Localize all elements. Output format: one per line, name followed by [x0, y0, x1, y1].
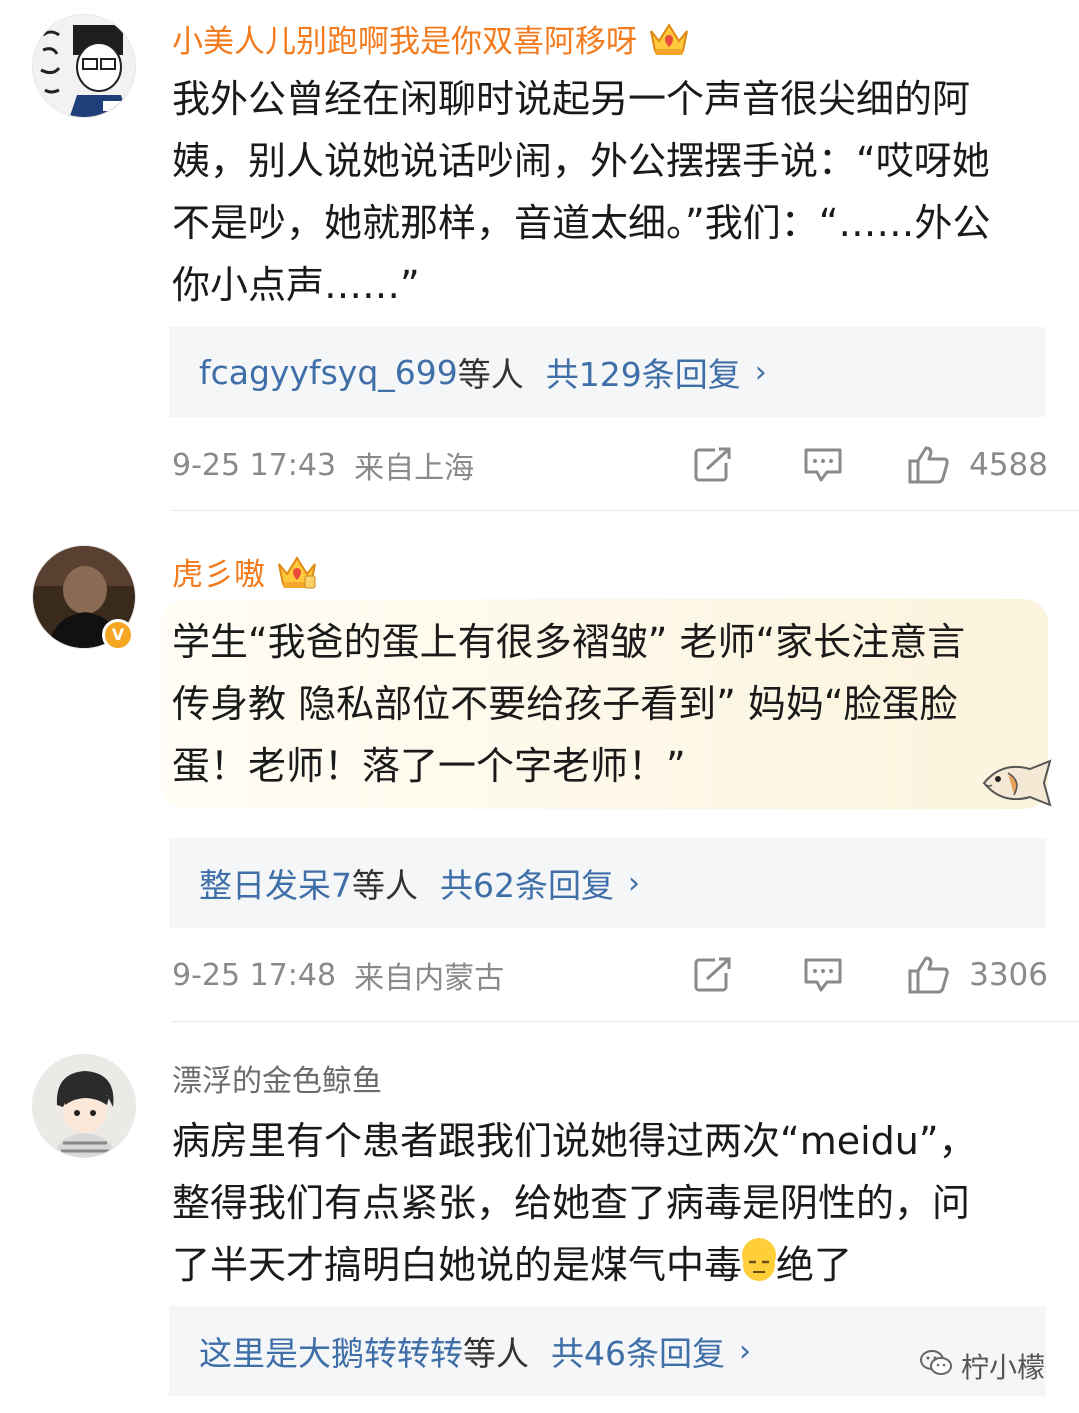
- timestamp: 9-25 17:43: [172, 447, 337, 483]
- comment-line: 整得我们有点紧张，给她查了病毒是阴性的，问: [172, 1181, 971, 1225]
- comment-line: 传身教 隐私部位不要给孩子看到” 妈妈“脸蛋脸: [172, 682, 958, 726]
- watermark-text: 柠小檬: [960, 1351, 1045, 1384]
- comment-item: 漂浮的金色鲸鱼 病房里有个患者跟我们说她得过两次“meidu”， 整得我们有点紧…: [0, 1022, 1079, 1413]
- timestamp: 9-25 17:48: [172, 957, 337, 993]
- username-text: 漂浮的金色鲸鱼: [172, 1064, 382, 1099]
- reply-count[interactable]: 共129条回复: [546, 348, 741, 396]
- like-count: 4588: [969, 447, 1048, 483]
- comment-actions: 3306: [653, 955, 1048, 995]
- reply-count[interactable]: 共46条回复: [551, 1327, 725, 1375]
- reply-names[interactable]: fcagyyfsyq_699: [199, 353, 458, 392]
- thumbs-up-icon: [908, 446, 949, 484]
- comment-line: 学生“我爸的蛋上有很多褶皱” 老师“家长注意言: [172, 620, 966, 664]
- username[interactable]: 小美人儿别跑啊我是你双喜阿移呀: [172, 16, 691, 61]
- share-icon: [694, 447, 731, 482]
- comment-icon: [804, 448, 842, 482]
- reply-names[interactable]: 整日发呆7: [199, 859, 352, 907]
- location: 来自内蒙古: [354, 961, 505, 996]
- comment-line: 了半天才搞明白她说的是煤气中毒: [172, 1243, 743, 1287]
- replies-summary[interactable]: fcagyyfsyq_699 等人 共129条回复 ›: [169, 327, 1046, 417]
- chevron-right-icon: ›: [739, 1333, 751, 1369]
- like-count: 3306: [969, 957, 1048, 993]
- username-text: 小美人儿别跑啊我是你双喜阿移呀: [172, 24, 637, 60]
- vip-crown-icon: [647, 19, 691, 59]
- comment-line: 我外公曾经在闲聊时说起另一个声音很尖细的阿: [172, 77, 971, 121]
- reply-count[interactable]: 共62条回复: [440, 859, 614, 907]
- speechless-emoji-icon: [742, 1238, 777, 1281]
- username[interactable]: 虎彡嗷: [172, 549, 319, 594]
- chevron-right-icon: ›: [754, 354, 767, 390]
- reply-names[interactable]: 这里是大鹅转转转: [199, 1327, 463, 1375]
- comment-icon: [804, 958, 842, 992]
- share-button[interactable]: [693, 957, 733, 993]
- comment-item: V 虎彡嗷 学生“我爸的蛋上有很多褶皱” 老师“家长注意言 传身教 隐私部位不要…: [0, 511, 1079, 1021]
- chevron-right-icon: ›: [628, 865, 640, 901]
- comment-line: 蛋！老师！落了一个字老师！”: [172, 744, 686, 788]
- share-icon: [694, 957, 731, 992]
- reply-suffix: 等人: [352, 866, 418, 905]
- comment-text: 病房里有个患者跟我们说她得过两次“meidu”， 整得我们有点紧张，给她查了病毒…: [172, 1110, 1042, 1296]
- comment-line: 你小点声……”: [172, 263, 420, 307]
- comment-line: 绝了: [776, 1243, 853, 1287]
- replies-summary[interactable]: 整日发呆7 等人 共62条回复 ›: [169, 838, 1046, 928]
- user-avatar[interactable]: [32, 14, 136, 118]
- comment-line: 姨，别人说她说话吵闹，外公摆摆手说：“哎呀她: [172, 139, 990, 183]
- comment-meta: 9-25 17:48 来自内蒙古 3306: [172, 950, 1048, 1000]
- avatar-anime-icon: [33, 1055, 135, 1157]
- comment-meta: 9-25 17:43 来自上海 4588: [172, 440, 1048, 490]
- verified-badge: V: [102, 619, 134, 651]
- location: 来自上海: [354, 451, 475, 486]
- username[interactable]: 漂浮的金色鲸鱼: [172, 1056, 382, 1100]
- like-button[interactable]: 4588: [907, 445, 1048, 485]
- watermark: 柠小檬: [919, 1346, 1045, 1386]
- user-avatar[interactable]: [32, 1054, 136, 1158]
- comment-button[interactable]: [803, 446, 843, 484]
- avatar-sketch-icon: [33, 15, 135, 117]
- username-text: 虎彡嗷: [172, 557, 265, 593]
- comment-line: 不是吵，她就那样，音道太细。”我们：“……外公: [172, 201, 991, 245]
- comment-text: 我外公曾经在闲聊时说起另一个声音很尖细的阿 姨，别人说她说话吵闹，外公摆摆手说：…: [172, 68, 1042, 316]
- comment-text: 学生“我爸的蛋上有很多褶皱” 老师“家长注意言 传身教 隐私部位不要给孩子看到”…: [172, 611, 1042, 797]
- like-button[interactable]: 3306: [907, 955, 1048, 995]
- vip-crown-icon: [275, 552, 319, 592]
- comment-item: 小美人儿别跑啊我是你双喜阿移呀 我外公曾经在闲聊时说起另一个声音很尖细的阿 姨，…: [0, 0, 1079, 510]
- wechat-icon: [919, 1349, 953, 1384]
- comment-actions: 4588: [653, 445, 1048, 485]
- reply-suffix: 等人: [463, 1334, 529, 1373]
- comment-button[interactable]: [803, 956, 843, 994]
- comment-line: 病房里有个患者跟我们说她得过两次“meidu”，: [172, 1119, 977, 1163]
- thumbs-up-icon: [908, 956, 949, 994]
- replies-summary[interactable]: 这里是大鹅转转转 等人 共46条回复 ›: [169, 1306, 1046, 1396]
- comment-line-with-emoji: 了半天才搞明白她说的是煤气中毒 绝了: [172, 1234, 1042, 1296]
- reply-suffix: 等人: [457, 355, 524, 394]
- share-button[interactable]: [693, 447, 733, 483]
